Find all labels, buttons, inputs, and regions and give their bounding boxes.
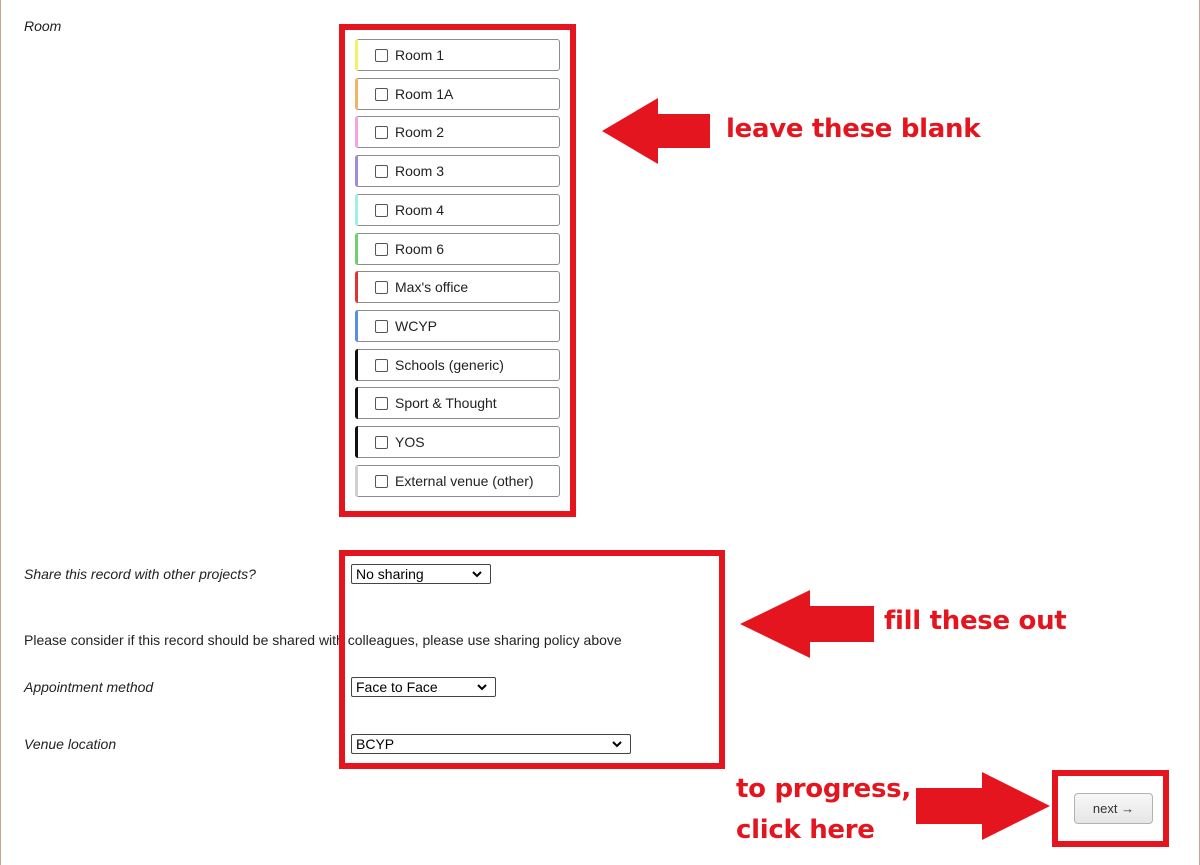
left-arrow-icon [602, 98, 710, 164]
next-highlight-box [1052, 770, 1169, 847]
venue-label: Venue location [24, 736, 117, 752]
right-arrow-icon [916, 772, 1050, 840]
room-highlight-box [339, 24, 576, 517]
room-label: Room [24, 18, 62, 34]
left-arrow-icon [740, 590, 874, 658]
annotation-leave-blank: leave these blank [726, 114, 981, 144]
annotation-progress-line1: to progress, [736, 774, 911, 804]
appointment-label: Appointment method [24, 679, 154, 695]
fields-highlight-box [339, 550, 725, 769]
annotation-progress-line2: click here [736, 815, 875, 845]
share-label: Share this record with other projects? [24, 566, 256, 582]
annotation-fill-out: fill these out [884, 606, 1067, 636]
page-left-border [0, 0, 1, 865]
